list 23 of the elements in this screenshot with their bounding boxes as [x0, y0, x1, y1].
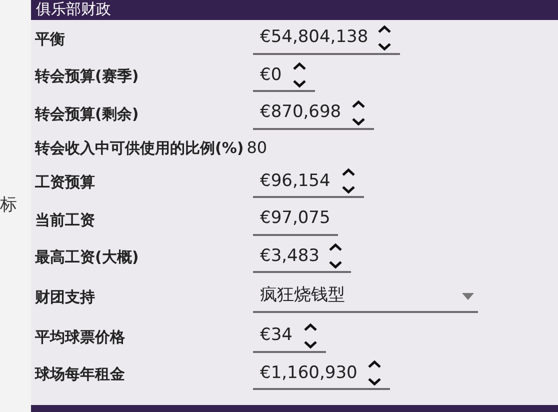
field-label: 转会收入中可供使用的比例(%) [34, 138, 244, 159]
number-spinner[interactable]: €96,154 [253, 166, 364, 198]
number-spinner[interactable]: €54,804,138 [253, 22, 400, 55]
field-label: 转会预算(剩余) [34, 104, 140, 124]
field-label: 平均球票价格 [34, 326, 126, 348]
dropdown[interactable]: 疯狂烧钱型 [253, 281, 478, 313]
number-spinner[interactable]: €0 [253, 60, 315, 92]
number-spinner[interactable]: €870,698 [253, 98, 374, 130]
value-field: €97,075 [253, 204, 338, 236]
field-label: 转会预算(赛季) [34, 66, 140, 87]
field-label: 财团支持 [34, 286, 96, 308]
field-value: 80 [246, 137, 268, 159]
field-label: 平衡 [34, 28, 66, 50]
number-spinner[interactable]: €3,483 [253, 241, 351, 274]
field-label: 球场每年租金 [34, 364, 126, 385]
number-spinner[interactable]: €34 [253, 320, 326, 353]
side-label: 标 [0, 194, 17, 218]
number-spinner[interactable]: €1,160,930 [253, 358, 390, 390]
field-label: 工资预算 [34, 172, 96, 193]
field-label: 当前工资 [34, 210, 96, 230]
field-label: 最高工资(大概) [34, 247, 140, 268]
caret-icon [462, 292, 474, 300]
panel-title: 俱乐部财政 [36, 0, 111, 18]
